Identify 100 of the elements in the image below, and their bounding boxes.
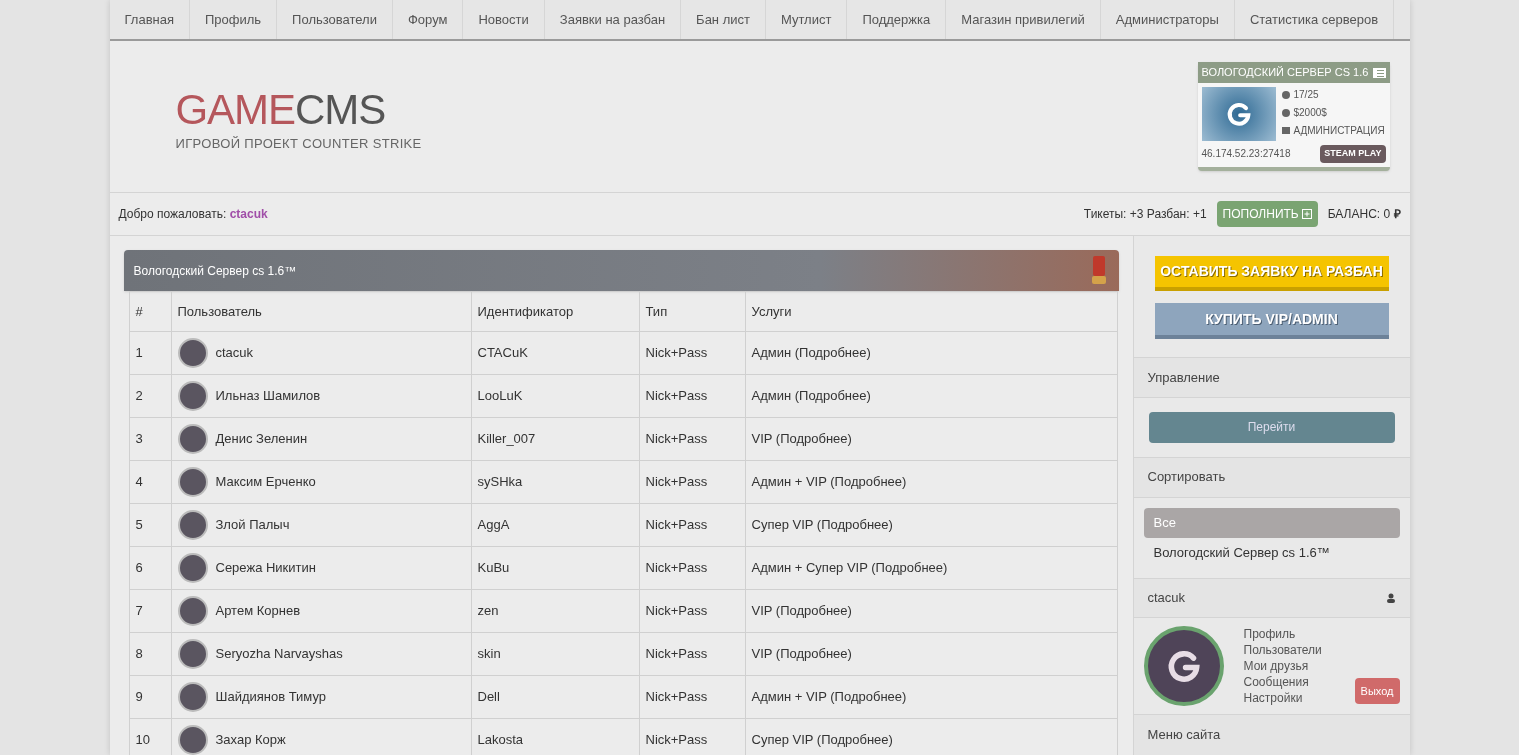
avatar <box>177 424 208 454</box>
logo-tagline: ИГРОВОЙ ПРОЕКТ COUNTER STRIKE <box>175 135 422 153</box>
map-name: $2000$ <box>1281 105 1385 120</box>
avatar <box>177 553 208 583</box>
table-cell: Админ + VIP (Подробнее) <box>745 460 1117 504</box>
table-cell: Killer_007 <box>471 417 639 461</box>
table-cell: 5 <box>129 503 171 547</box>
table-cell: 10 <box>129 718 171 755</box>
table-cell: 4 <box>129 460 171 504</box>
user-icon <box>1385 592 1396 603</box>
table-cell: Админ + Супер VIP (Подробнее) <box>745 546 1117 590</box>
table-cell: Супер VIP (Подробнее) <box>745 503 1117 547</box>
table-cell: Nick+Pass <box>639 331 745 375</box>
avatar <box>177 467 208 497</box>
table-cell: 9 <box>129 675 171 719</box>
nav-link[interactable]: Поддержка <box>847 0 947 39</box>
nav-link[interactable]: Форум <box>392 0 464 39</box>
nav-link[interactable]: Новости <box>463 0 545 39</box>
table-cell: Nick+Pass <box>639 417 745 461</box>
column-header: Идентификатор <box>471 291 639 332</box>
user-link[interactable]: Злой Палыч <box>215 515 290 535</box>
table-cell: LooLuK <box>471 374 639 418</box>
section-header: Сортировать <box>1133 457 1410 498</box>
user-link[interactable]: ctacuk <box>215 343 254 363</box>
avatar <box>177 510 208 540</box>
server-address: 46.174.52.23:27418 <box>1201 147 1291 162</box>
avatar <box>177 381 208 411</box>
nav-link[interactable]: Пользователи <box>277 0 393 39</box>
avatar <box>177 639 208 669</box>
nav-link[interactable]: Главная <box>109 0 190 39</box>
table-cell: Админ + VIP (Подробнее) <box>745 675 1117 719</box>
nav-link[interactable]: Магазин привилегий <box>946 0 1101 39</box>
profile-menu-link[interactable]: Пользователи <box>1243 642 1335 659</box>
server-mode: АДМИНИСТРАЦИЯ <box>1281 123 1385 138</box>
table-cell: 1 <box>129 331 171 375</box>
table-cell: skin <box>471 632 639 676</box>
steam-play-button[interactable]: STEAM PLAY <box>1320 145 1386 163</box>
user-link[interactable]: Seryozha Narvayshas <box>215 644 343 664</box>
user-link[interactable]: Захар Корж <box>215 730 286 750</box>
table-cell: CTACuK <box>471 331 639 375</box>
table-cell: 7 <box>129 589 171 633</box>
nav-link[interactable]: Администраторы <box>1100 0 1235 39</box>
logout-button[interactable]: Выход <box>1354 677 1400 705</box>
nav-link[interactable]: Профиль <box>190 0 278 39</box>
profile-menu-link[interactable]: Сообщения <box>1243 674 1335 691</box>
user-link[interactable]: Шайдиянов Тимур <box>215 687 327 707</box>
table-cell: 6 <box>129 546 171 590</box>
table-cell: Nick+Pass <box>639 503 745 547</box>
player-count: 17/25 <box>1281 87 1385 102</box>
avatar <box>177 725 208 755</box>
sort-item[interactable]: Вологодский Сервер cs 1.6™ <box>1143 537 1400 568</box>
section-header: ctacuk <box>1147 589 1186 608</box>
table-cell: Nick+Pass <box>639 460 745 504</box>
section-header: Меню сайта <box>1133 715 1410 755</box>
column-header: Услуги <box>745 291 1117 332</box>
table-cell: AggA <box>471 503 639 547</box>
welcome-text: Добро пожаловать: ctacuk <box>118 206 268 223</box>
table-cell: Админ (Подробнее) <box>745 331 1117 375</box>
nav-link[interactable]: Мутлист <box>765 0 848 39</box>
user-link[interactable]: Ильназ Шамилов <box>215 386 321 406</box>
table-cell: VIP (Подробнее) <box>745 632 1117 676</box>
user-link[interactable]: ctacuk <box>229 207 268 221</box>
avatar <box>177 682 208 712</box>
nav-link[interactable]: Бан лист <box>681 0 766 39</box>
panel-title: Вологодский Сервер cs 1.6™ <box>133 262 297 280</box>
avatar <box>177 338 208 368</box>
profile-menu-link[interactable]: Мои друзья <box>1243 658 1335 675</box>
table-cell: 3 <box>129 417 171 461</box>
table-cell: 2 <box>129 374 171 418</box>
table-cell: VIP (Подробнее) <box>745 417 1117 461</box>
profile-menu-link[interactable]: Профиль <box>1243 626 1335 643</box>
table-cell: sySHka <box>471 460 639 504</box>
nav-link[interactable]: Статистика серверов <box>1234 0 1395 39</box>
server-title: ВОЛОГОДСКИЙ СЕРВЕР CS 1.6 <box>1201 65 1369 81</box>
table-cell: Dell <box>471 675 639 719</box>
table-cell: VIP (Подробнее) <box>745 589 1117 633</box>
table-cell: KuBu <box>471 546 639 590</box>
nav-link[interactable]: Заявки на разбан <box>544 0 682 39</box>
table-cell: Nick+Pass <box>639 374 745 418</box>
plus-box-icon <box>1301 209 1312 219</box>
user-link[interactable]: Максим Ерченко <box>215 472 316 492</box>
table-cell: Nick+Pass <box>639 589 745 633</box>
column-header: Тип <box>639 291 745 332</box>
user-link[interactable]: Артем Корнев <box>215 601 301 621</box>
table-cell: Админ (Подробнее) <box>745 374 1117 418</box>
table-cell: 8 <box>129 632 171 676</box>
user-link[interactable]: Сережа Никитин <box>215 558 316 578</box>
table-cell: Nick+Pass <box>639 632 745 676</box>
avatar <box>177 596 208 626</box>
list-icon <box>1372 67 1386 78</box>
table-cell: zen <box>471 589 639 633</box>
column-header: # <box>129 291 171 332</box>
table-cell: Nick+Pass <box>639 675 745 719</box>
site-logo[interactable]: GAMECMS <box>175 89 422 131</box>
section-header: Управление <box>1133 358 1410 398</box>
profile-menu-link[interactable]: Настройки <box>1243 690 1335 707</box>
table-cell: Nick+Pass <box>639 546 745 590</box>
balance-text: БАЛАНС: 0 ₽ <box>1327 206 1401 223</box>
user-link[interactable]: Денис Зеленин <box>215 429 308 449</box>
column-header: Пользователь <box>171 291 471 332</box>
